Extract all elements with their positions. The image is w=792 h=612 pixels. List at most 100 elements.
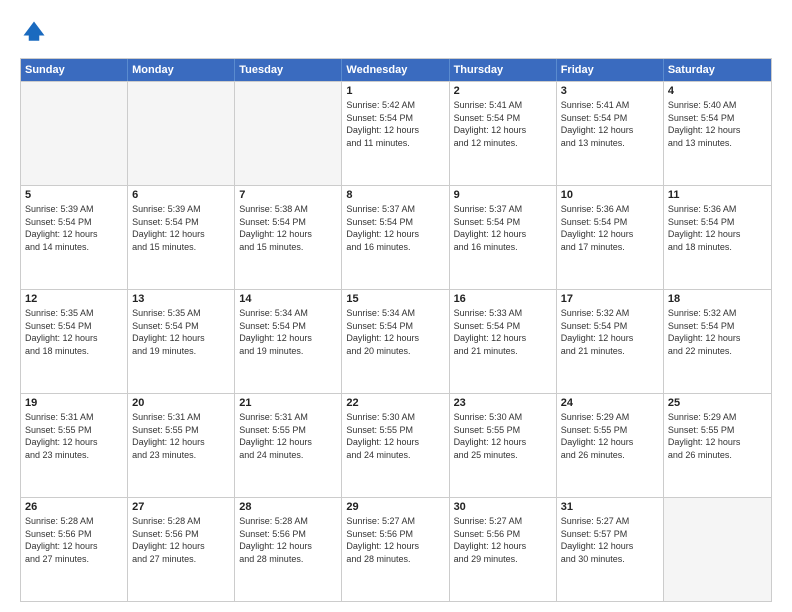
day-number: 20	[132, 397, 230, 409]
calendar-row-4: 26 Sunrise: 5:28 AMSunset: 5:56 PMDayligh…	[21, 497, 771, 601]
day-number: 26	[25, 501, 123, 513]
day-info: Sunrise: 5:32 AMSunset: 5:54 PMDaylight:…	[668, 307, 767, 357]
day-number: 31	[561, 501, 659, 513]
calendar-cell: 5Sunrise: 5:39 AMSunset: 5:54 PMDaylight…	[21, 186, 128, 289]
day-number: 19	[25, 397, 123, 409]
calendar-cell: 16 Sunrise: 5:33 AMSunset: 5:54 PMDayligh…	[450, 290, 557, 393]
day-info: Sunrise: 5:34 AMSunset: 5:54 PMDaylight:…	[346, 307, 444, 357]
day-info: Sunrise: 5:39 AMSunset: 5:54 PMDaylight:…	[25, 203, 123, 253]
day-info: Sunrise: 5:37 AMSunset: 5:54 PMDaylight:…	[346, 203, 444, 253]
day-info: Sunrise: 5:35 AMSunset: 5:54 PMDaylight:…	[132, 307, 230, 357]
day-info: Sunrise: 5:32 AMSunset: 5:54 PMDaylight:…	[561, 307, 659, 357]
header-cell-saturday: Saturday	[664, 59, 771, 81]
day-info: Sunrise: 5:29 AMSunset: 5:55 PMDaylight:…	[561, 411, 659, 461]
day-number: 6	[132, 189, 230, 201]
day-info: Sunrise: 5:39 AMSunset: 5:54 PMDaylight:…	[132, 203, 230, 253]
header-cell-wednesday: Wednesday	[342, 59, 449, 81]
calendar-cell: 26 Sunrise: 5:28 AMSunset: 5:56 PMDayligh…	[21, 498, 128, 601]
calendar-cell: 18 Sunrise: 5:32 AMSunset: 5:54 PMDayligh…	[664, 290, 771, 393]
day-number: 21	[239, 397, 337, 409]
calendar-cell: 2 Sunrise: 5:41 AMSunset: 5:54 PMDaylight…	[450, 82, 557, 185]
day-number: 24	[561, 397, 659, 409]
calendar: SundayMondayTuesdayWednesdayThursdayFrid…	[20, 58, 772, 602]
calendar-row-3: 19 Sunrise: 5:31 AMSunset: 5:55 PMDayligh…	[21, 393, 771, 497]
header-cell-thursday: Thursday	[450, 59, 557, 81]
calendar-cell: 9 Sunrise: 5:37 AMSunset: 5:54 PMDaylight…	[450, 186, 557, 289]
calendar-cell: 6 Sunrise: 5:39 AMSunset: 5:54 PMDaylight…	[128, 186, 235, 289]
day-number: 9	[454, 189, 552, 201]
calendar-cell: 20 Sunrise: 5:31 AMSunset: 5:55 PMDayligh…	[128, 394, 235, 497]
day-number: 10	[561, 189, 659, 201]
header-cell-sunday: Sunday	[21, 59, 128, 81]
day-info: Sunrise: 5:27 AMSunset: 5:57 PMDaylight:…	[561, 515, 659, 565]
header-cell-tuesday: Tuesday	[235, 59, 342, 81]
day-info: Sunrise: 5:28 AMSunset: 5:56 PMDaylight:…	[132, 515, 230, 565]
day-info: Sunrise: 5:33 AMSunset: 5:54 PMDaylight:…	[454, 307, 552, 357]
calendar-cell: 8 Sunrise: 5:37 AMSunset: 5:54 PMDaylight…	[342, 186, 449, 289]
day-info: Sunrise: 5:28 AMSunset: 5:56 PMDaylight:…	[239, 515, 337, 565]
day-info: Sunrise: 5:28 AMSunset: 5:56 PMDaylight:…	[25, 515, 123, 565]
day-number: 22	[346, 397, 444, 409]
day-number: 30	[454, 501, 552, 513]
calendar-cell: 10 Sunrise: 5:36 AMSunset: 5:54 PMDayligh…	[557, 186, 664, 289]
day-number: 25	[668, 397, 767, 409]
day-number: 23	[454, 397, 552, 409]
calendar-row-1: 5Sunrise: 5:39 AMSunset: 5:54 PMDaylight…	[21, 185, 771, 289]
calendar-cell: 3Sunrise: 5:41 AMSunset: 5:54 PMDaylight…	[557, 82, 664, 185]
calendar-body: 1Sunrise: 5:42 AMSunset: 5:54 PMDaylight…	[21, 81, 771, 601]
day-info: Sunrise: 5:31 AMSunset: 5:55 PMDaylight:…	[25, 411, 123, 461]
header-cell-friday: Friday	[557, 59, 664, 81]
day-number: 17	[561, 293, 659, 305]
day-info: Sunrise: 5:38 AMSunset: 5:54 PMDaylight:…	[239, 203, 337, 253]
day-number: 18	[668, 293, 767, 305]
day-info: Sunrise: 5:31 AMSunset: 5:55 PMDaylight:…	[132, 411, 230, 461]
day-number: 11	[668, 189, 767, 201]
calendar-cell: 25Sunrise: 5:29 AMSunset: 5:55 PMDayligh…	[664, 394, 771, 497]
day-number: 7	[239, 189, 337, 201]
day-info: Sunrise: 5:27 AMSunset: 5:56 PMDaylight:…	[454, 515, 552, 565]
day-number: 12	[25, 293, 123, 305]
day-info: Sunrise: 5:27 AMSunset: 5:56 PMDaylight:…	[346, 515, 444, 565]
calendar-cell	[664, 498, 771, 601]
day-number: 15	[346, 293, 444, 305]
calendar-cell: 11 Sunrise: 5:36 AMSunset: 5:54 PMDayligh…	[664, 186, 771, 289]
calendar-cell: 24 Sunrise: 5:29 AMSunset: 5:55 PMDayligh…	[557, 394, 664, 497]
header-cell-monday: Monday	[128, 59, 235, 81]
day-info: Sunrise: 5:40 AMSunset: 5:54 PMDaylight:…	[668, 99, 767, 149]
page: SundayMondayTuesdayWednesdayThursdayFrid…	[0, 0, 792, 612]
day-info: Sunrise: 5:41 AMSunset: 5:54 PMDaylight:…	[454, 99, 552, 149]
day-info: Sunrise: 5:41 AMSunset: 5:54 PMDaylight:…	[561, 99, 659, 149]
day-info: Sunrise: 5:37 AMSunset: 5:54 PMDaylight:…	[454, 203, 552, 253]
calendar-cell	[128, 82, 235, 185]
calendar-cell	[235, 82, 342, 185]
logo	[20, 18, 52, 46]
calendar-cell: 29 Sunrise: 5:27 AMSunset: 5:56 PMDayligh…	[342, 498, 449, 601]
day-number: 16	[454, 293, 552, 305]
calendar-cell: 27 Sunrise: 5:28 AMSunset: 5:56 PMDayligh…	[128, 498, 235, 601]
calendar-row-0: 1Sunrise: 5:42 AMSunset: 5:54 PMDaylight…	[21, 81, 771, 185]
calendar-cell: 17 Sunrise: 5:32 AMSunset: 5:54 PMDayligh…	[557, 290, 664, 393]
calendar-cell: 31 Sunrise: 5:27 AMSunset: 5:57 PMDayligh…	[557, 498, 664, 601]
calendar-cell: 21 Sunrise: 5:31 AMSunset: 5:55 PMDayligh…	[235, 394, 342, 497]
day-info: Sunrise: 5:36 AMSunset: 5:54 PMDaylight:…	[561, 203, 659, 253]
calendar-cell: 4Sunrise: 5:40 AMSunset: 5:54 PMDaylight…	[664, 82, 771, 185]
day-number: 8	[346, 189, 444, 201]
day-info: Sunrise: 5:30 AMSunset: 5:55 PMDaylight:…	[454, 411, 552, 461]
day-number: 2	[454, 85, 552, 97]
day-info: Sunrise: 5:31 AMSunset: 5:55 PMDaylight:…	[239, 411, 337, 461]
day-number: 29	[346, 501, 444, 513]
calendar-cell: 12Sunrise: 5:35 AMSunset: 5:54 PMDayligh…	[21, 290, 128, 393]
day-info: Sunrise: 5:36 AMSunset: 5:54 PMDaylight:…	[668, 203, 767, 253]
day-number: 28	[239, 501, 337, 513]
header	[20, 18, 772, 46]
calendar-cell: 19 Sunrise: 5:31 AMSunset: 5:55 PMDayligh…	[21, 394, 128, 497]
day-info: Sunrise: 5:30 AMSunset: 5:55 PMDaylight:…	[346, 411, 444, 461]
day-number: 27	[132, 501, 230, 513]
calendar-cell: 7 Sunrise: 5:38 AMSunset: 5:54 PMDaylight…	[235, 186, 342, 289]
calendar-cell	[21, 82, 128, 185]
logo-icon	[20, 18, 48, 46]
calendar-cell: 30 Sunrise: 5:27 AMSunset: 5:56 PMDayligh…	[450, 498, 557, 601]
day-info: Sunrise: 5:42 AMSunset: 5:54 PMDaylight:…	[346, 99, 444, 149]
day-number: 13	[132, 293, 230, 305]
calendar-cell: 13 Sunrise: 5:35 AMSunset: 5:54 PMDayligh…	[128, 290, 235, 393]
